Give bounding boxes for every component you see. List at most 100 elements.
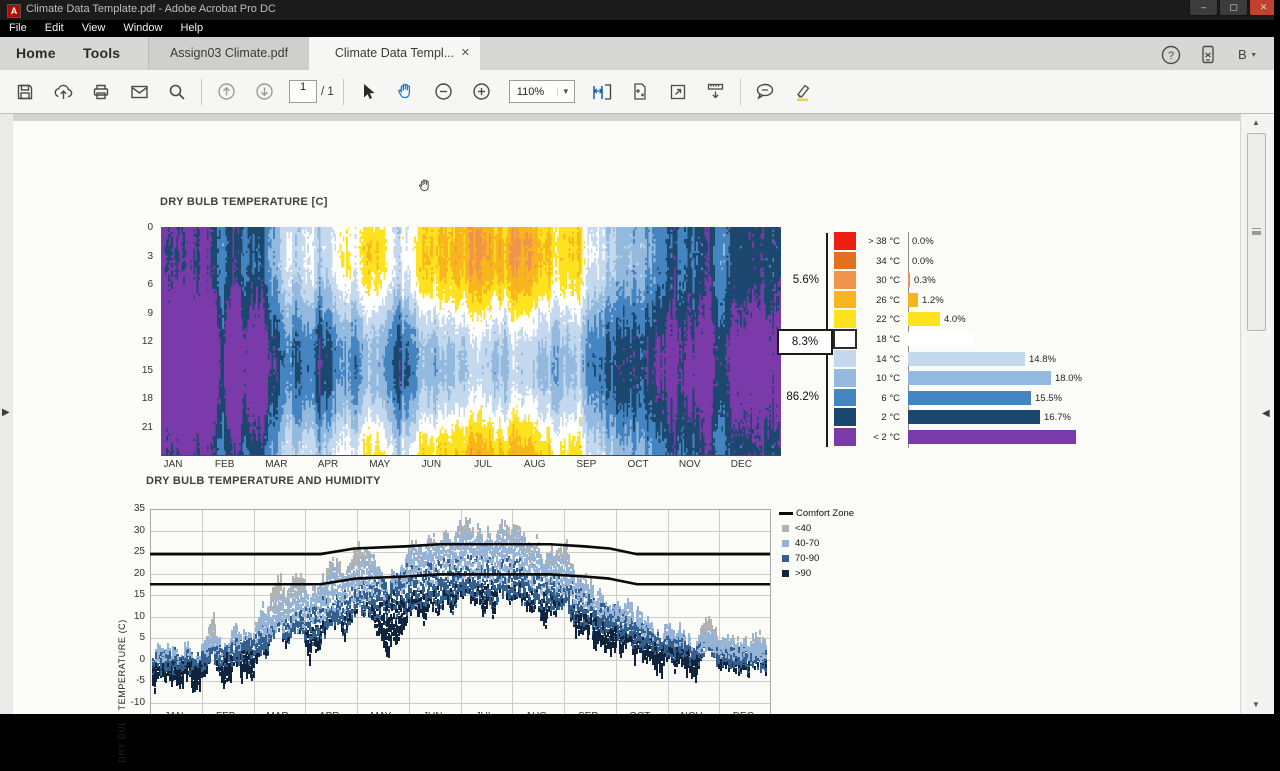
legend-bar-value: 0.3% [914,275,936,287]
page-enhance-button[interactable] [621,75,659,109]
heatmap-month-label: OCT [627,459,649,470]
legend-swatch [834,232,856,250]
scrollbar-grip [1252,228,1261,231]
zoom-out-icon [435,83,452,100]
page-count-label: / 1 [321,85,334,98]
zoom-level-select[interactable]: 110% ▼ [508,80,575,103]
email-button[interactable] [120,75,158,109]
menu-view[interactable]: View [73,20,115,34]
window-maximize-button[interactable]: ▢ [1219,0,1248,16]
legend-swatch [834,408,856,426]
legend-swatch [782,540,789,547]
highlighter-icon [797,84,810,101]
doc-tab-assign03[interactable]: Assign03 Climate.pdf [148,37,310,70]
collapse-right-panel-icon[interactable]: ◀ [1262,408,1270,419]
previous-page-button[interactable] [207,75,245,109]
heatmap-y-tick: 3 [147,250,153,262]
menu-help[interactable]: Help [171,20,212,34]
scatter-y-tick: 10 [133,610,145,622]
menu-edit[interactable]: Edit [36,20,73,34]
legend-bin-label: 18 °C [876,334,900,345]
legend-item-humidity: >90 [779,566,854,581]
legend-swatch [834,271,856,289]
heatmap-y-tick: 15 [141,364,153,376]
legend-bar [908,273,910,288]
mobile-app-button[interactable] [1197,44,1219,66]
hand-tool-button[interactable] [387,75,425,109]
legend-bin-label: 34 °C [876,255,900,267]
print-button[interactable] [82,75,120,109]
share-button[interactable] [44,75,82,109]
comment-button[interactable] [746,75,784,109]
toolbar: 1 / 1 110% ▼ [0,70,1274,114]
legend-swatch [782,555,789,562]
toolbar-separator [342,78,344,105]
tab-close-icon[interactable]: ✕ [461,37,470,70]
legend-bin-label: 26 °C [876,294,900,306]
legend-bin-label: < 2 °C [873,432,900,443]
scatter-y-tick: 35 [133,503,145,514]
pdf-page[interactable]: DRY BULB TEMPERATURE [C] 0 3 6 9 12 15 18 21 JA… [13,121,1240,763]
cloud-upload-icon [54,84,72,99]
heatmap-plot [161,227,781,456]
legend-item-humidity: <40 [779,521,854,536]
envelope-icon [130,85,148,98]
toolbar-separator [201,78,202,105]
legend-bar [908,312,940,327]
nav-tools[interactable]: Tools [83,45,120,61]
legend-bin-label: > 38 °C [867,236,900,247]
zoom-in-button[interactable] [463,75,501,109]
fit-width-button[interactable] [583,75,621,109]
save-icon [17,84,33,99]
legend-bin-label: 6 °C [881,392,900,404]
highlight-button[interactable] [784,75,822,109]
svg-text:?: ? [1168,50,1174,62]
expand-left-panel-icon[interactable]: ▶ [2,407,10,418]
legend-label: 70-90 [795,553,820,564]
user-account-button[interactable]: B ▼ [1238,47,1257,69]
legend-bar-value: 15.5% [1035,392,1062,404]
scatter-y-tick: 25 [133,546,145,557]
legend-swatch [834,290,856,309]
zoom-out-button[interactable] [425,75,463,109]
legend-bar-value: 0.0% [912,255,934,267]
resize-icon [670,84,685,99]
heatmap-month-label: AUG [523,459,546,470]
heatmap-title: DRY BULB TEMPERATURE [C] [160,196,328,208]
scroll-up-arrow[interactable]: ▲ [1247,118,1265,127]
search-button[interactable] [158,75,196,109]
legend-bar [908,410,1040,425]
menu-bar: File Edit View Window Help [0,20,1280,37]
legend-item-humidity: 40-70 [779,536,854,551]
legend-bar [908,390,1031,405]
heatmap-month-label: JAN [163,459,183,470]
save-button[interactable] [6,75,44,109]
heatmap-month-label: FEB [214,459,235,470]
menu-window[interactable]: Window [114,20,171,34]
zoom-level-value: 110% [516,85,545,98]
legend-bar-value: 14.8% [1029,353,1056,365]
page-number-input[interactable]: 1 [289,80,317,103]
screen-edge [1274,0,1280,720]
legend-item-comfort-zone: Comfort Zone [779,506,854,521]
scroll-down-arrow[interactable]: ▼ [1247,700,1265,709]
window-title: Climate Data Template.pdf - Adobe Acroba… [26,3,276,15]
scrollbar-thumb[interactable] [1247,133,1266,331]
legend-bar [908,332,974,346]
resize-export-button[interactable] [659,75,697,109]
window-minimize-button[interactable]: – [1189,0,1218,16]
comment-bubble-icon [756,83,773,100]
nav-home[interactable]: Home [16,45,56,61]
neutral-group-total: 8.3% [777,329,833,355]
measure-download-button[interactable] [697,75,735,109]
help-button[interactable]: ? [1160,44,1182,66]
doc-tab-climate-template[interactable]: Climate Data Templ... ✕ [309,37,480,70]
fit-width-icon [593,83,611,100]
select-tool-button[interactable] [349,75,387,109]
chevron-down-icon: ▼ [1250,52,1258,59]
next-page-button[interactable] [245,75,283,109]
legend-bar [908,430,1076,444]
mobile-device-icon [1202,45,1214,64]
legend-bin-label: 22 °C [876,314,900,326]
menu-file[interactable]: File [0,20,36,34]
